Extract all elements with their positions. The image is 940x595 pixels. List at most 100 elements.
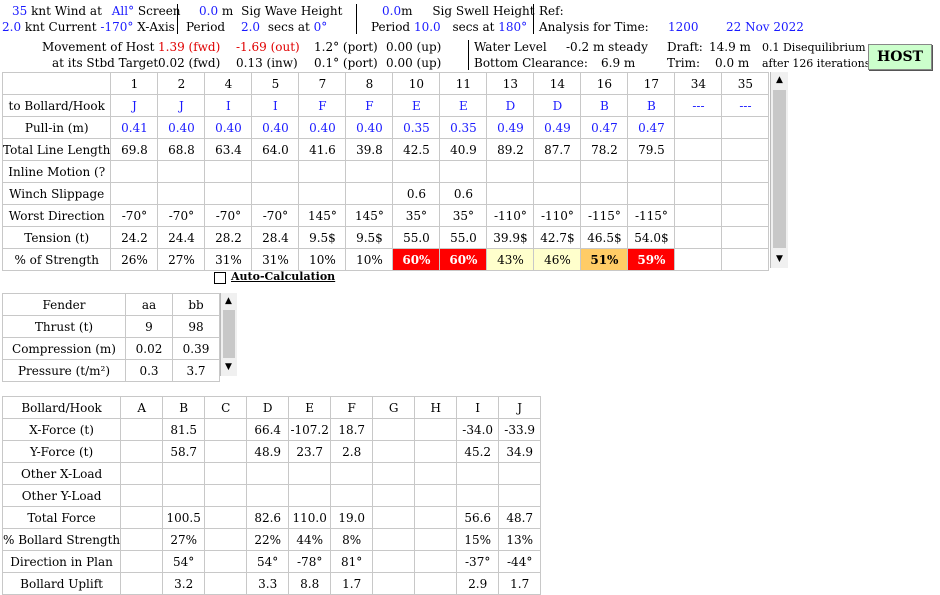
line-cell[interactable] (627, 160, 676, 183)
bollard-cell[interactable]: -37° (456, 550, 500, 573)
bollard-cell[interactable]: 56.6 (456, 506, 500, 529)
line-cell[interactable]: 0.6 (439, 182, 488, 205)
line-cell[interactable]: 145° (298, 204, 347, 227)
bollard-cell[interactable]: 54° (246, 550, 290, 573)
bollard-cell[interactable] (498, 484, 542, 507)
fender-cell[interactable]: 9 (125, 315, 173, 338)
line-cell[interactable]: F (298, 94, 347, 117)
line-cell[interactable]: E (392, 94, 441, 117)
line-cell[interactable]: 28.2 (204, 226, 253, 249)
bollard-cell[interactable] (330, 484, 374, 507)
scroll-up-icon[interactable]: ▲ (221, 294, 236, 309)
line-cell[interactable]: --- (674, 94, 723, 117)
bollard-cell[interactable] (372, 484, 416, 507)
line-cell[interactable]: -115° (580, 204, 629, 227)
line-cell[interactable]: 0.35 (439, 116, 488, 139)
bollard-cell[interactable] (204, 418, 248, 441)
bollard-cell[interactable]: 100.5 (162, 506, 206, 529)
bollard-cell[interactable]: 48.7 (498, 506, 542, 529)
line-cell[interactable]: --- (721, 94, 770, 117)
line-cell[interactable] (721, 116, 770, 139)
line-cell[interactable]: 79.5 (627, 138, 676, 161)
scroll-down-icon[interactable]: ▼ (772, 252, 787, 267)
bollard-cell[interactable] (204, 550, 248, 573)
line-cell[interactable]: 42.7$ (533, 226, 582, 249)
swell-direction[interactable]: 180° (498, 20, 527, 34)
current-direction[interactable]: -170° (100, 20, 133, 34)
swell-value[interactable]: 0.0 (382, 4, 401, 18)
strength-cell[interactable]: 27% (157, 248, 206, 271)
line-cell[interactable] (674, 138, 723, 161)
bollard-cell[interactable] (246, 462, 290, 485)
bollard-cell[interactable]: 15% (456, 528, 500, 551)
line-cell[interactable]: 0.49 (533, 116, 582, 139)
line-cell[interactable]: 42.5 (392, 138, 441, 161)
strength-cell[interactable]: 10% (345, 248, 394, 271)
wind-relative[interactable]: Screen (138, 4, 181, 18)
strength-cell[interactable]: 10% (298, 248, 347, 271)
line-cell[interactable] (204, 160, 253, 183)
line-cell[interactable] (298, 182, 347, 205)
bollard-cell[interactable]: 3.3 (246, 572, 290, 595)
bollard-cell[interactable] (372, 528, 416, 551)
line-cell[interactable]: 40.9 (439, 138, 488, 161)
bollard-cell[interactable]: 22% (246, 528, 290, 551)
bollard-cell[interactable] (372, 440, 416, 463)
bollard-cell[interactable] (456, 484, 500, 507)
bollard-cell[interactable] (498, 462, 542, 485)
auto-calc-checkbox[interactable] (214, 272, 226, 284)
line-cell[interactable] (486, 182, 535, 205)
bollard-cell[interactable]: -33.9 (498, 418, 542, 441)
bollard-cell[interactable] (414, 462, 458, 485)
bollard-cell[interactable] (120, 506, 164, 529)
wind-direction[interactable]: All° (112, 4, 134, 18)
bollard-cell[interactable] (414, 572, 458, 595)
bollard-cell[interactable]: -107.2 (288, 418, 332, 441)
bollard-cell[interactable]: -34.0 (456, 418, 500, 441)
line-cell[interactable]: J (157, 94, 206, 117)
line-cell[interactable] (345, 182, 394, 205)
line-cell[interactable] (721, 160, 770, 183)
line-cell[interactable] (674, 204, 723, 227)
bollard-cell[interactable] (120, 572, 164, 595)
strength-cell[interactable]: 31% (204, 248, 253, 271)
strength-cell[interactable]: 59% (627, 248, 676, 271)
line-cell[interactable]: 24.4 (157, 226, 206, 249)
bollard-cell[interactable] (120, 528, 164, 551)
line-cell[interactable]: 39.8 (345, 138, 394, 161)
bollard-cell[interactable]: 2.9 (456, 572, 500, 595)
bollard-cell[interactable] (414, 550, 458, 573)
wind-speed[interactable]: 35 (12, 4, 27, 18)
wave-direction[interactable]: 0° (314, 20, 328, 34)
bollard-cell[interactable] (204, 440, 248, 463)
line-cell[interactable] (674, 182, 723, 205)
bollard-cell[interactable] (204, 462, 248, 485)
line-cell[interactable]: 41.6 (298, 138, 347, 161)
fender-cell[interactable]: 3.7 (172, 359, 220, 382)
bollard-cell[interactable] (120, 462, 164, 485)
bollard-cell[interactable] (414, 418, 458, 441)
line-cell[interactable] (721, 182, 770, 205)
bollard-cell[interactable] (204, 506, 248, 529)
bollard-cell[interactable] (120, 440, 164, 463)
line-cell[interactable] (721, 204, 770, 227)
line-cell[interactable]: -110° (486, 204, 535, 227)
strength-cell[interactable]: 51% (580, 248, 629, 271)
bollard-cell[interactable] (288, 484, 332, 507)
bollard-cell[interactable]: 44% (288, 528, 332, 551)
fender-cell[interactable]: 0.39 (172, 337, 220, 360)
bollard-cell[interactable] (120, 550, 164, 573)
bollard-cell[interactable]: 81° (330, 550, 374, 573)
bollard-cell[interactable]: 8% (330, 528, 374, 551)
bollard-cell[interactable] (372, 550, 416, 573)
bollard-cell[interactable]: 110.0 (288, 506, 332, 529)
bollard-cell[interactable]: 19.0 (330, 506, 374, 529)
fender-scrollbar[interactable]: ▲ ▼ (220, 293, 237, 376)
scroll-thumb[interactable] (773, 90, 786, 248)
line-cell[interactable]: 55.0 (439, 226, 488, 249)
strength-cell[interactable]: 26% (110, 248, 159, 271)
bollard-cell[interactable] (414, 440, 458, 463)
bollard-cell[interactable] (204, 484, 248, 507)
line-cell[interactable] (157, 182, 206, 205)
current-speed[interactable]: 2.0 (2, 20, 21, 34)
